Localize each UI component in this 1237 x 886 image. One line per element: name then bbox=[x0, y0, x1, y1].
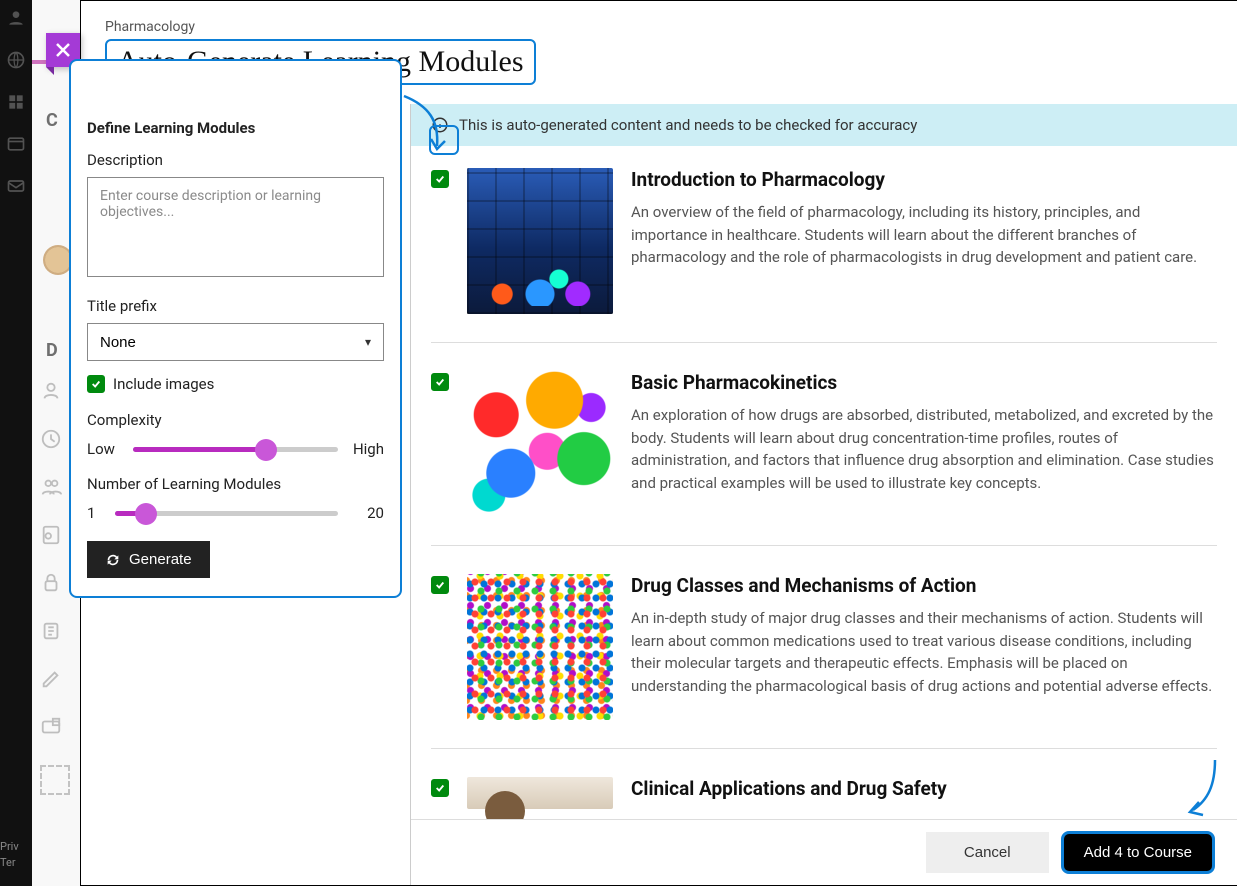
module-thumbnail bbox=[467, 574, 613, 720]
complexity-slider[interactable] bbox=[133, 437, 338, 461]
include-images-checkbox[interactable] bbox=[87, 375, 105, 393]
count-label: Number of Learning Modules bbox=[87, 475, 384, 493]
module-row: Drug Classes and Mechanisms of Action An… bbox=[431, 574, 1217, 749]
info-icon bbox=[431, 116, 449, 134]
chevron-down-icon: ▾ bbox=[365, 335, 371, 349]
banner-text: This is auto-generated content and needs… bbox=[459, 116, 917, 134]
accuracy-banner: This is auto-generated content and needs… bbox=[411, 104, 1237, 146]
module-thumbnail bbox=[467, 168, 613, 314]
partial-label-c: C bbox=[46, 110, 58, 131]
check-icon bbox=[435, 580, 445, 590]
module-checkbox[interactable] bbox=[431, 170, 449, 188]
define-heading: Define Learning Modules bbox=[87, 119, 384, 137]
module-description: An in-depth study of major drug classes … bbox=[631, 607, 1217, 697]
dashed-box-icon bbox=[40, 765, 70, 795]
module-checkbox[interactable] bbox=[431, 373, 449, 391]
right-column: This is auto-generated content and needs… bbox=[411, 104, 1237, 885]
title-prefix-label: Title prefix bbox=[87, 297, 384, 315]
auto-generate-panel: Pharmacology Auto-Generate Learning Modu… bbox=[80, 0, 1237, 886]
generate-button[interactable]: Generate bbox=[87, 541, 210, 578]
check-icon bbox=[435, 783, 445, 793]
cancel-button[interactable]: Cancel bbox=[926, 832, 1049, 873]
footer-bar: Cancel Add 4 to Course bbox=[411, 819, 1237, 885]
close-icon bbox=[55, 42, 71, 58]
module-description: An exploration of how drugs are absorbed… bbox=[631, 404, 1217, 494]
module-checkbox[interactable] bbox=[431, 779, 449, 797]
add-to-course-button[interactable]: Add 4 to Course bbox=[1061, 831, 1215, 874]
check-icon bbox=[435, 174, 445, 184]
complexity-high: High bbox=[350, 440, 384, 458]
description-input[interactable] bbox=[87, 177, 384, 277]
module-description: An overview of the field of pharmacology… bbox=[631, 201, 1217, 269]
module-title: Introduction to Pharmacology bbox=[631, 168, 1217, 191]
title-prefix-select[interactable]: None ▾ bbox=[87, 323, 384, 361]
left-column: Define Learning Modules Description Titl… bbox=[81, 104, 411, 885]
count-max: 20 bbox=[350, 504, 384, 522]
modules-list[interactable]: Introduction to Pharmacology An overview… bbox=[411, 146, 1237, 885]
generate-label: Generate bbox=[129, 551, 192, 568]
module-title: Basic Pharmacokinetics bbox=[631, 371, 1217, 394]
module-title: Drug Classes and Mechanisms of Action bbox=[631, 574, 1217, 597]
module-title: Clinical Applications and Drug Safety bbox=[631, 777, 1217, 800]
define-modules-box: Define Learning Modules Description Titl… bbox=[69, 59, 402, 598]
app-nav-rail bbox=[0, 0, 32, 886]
module-checkbox[interactable] bbox=[431, 576, 449, 594]
count-min: 1 bbox=[87, 504, 103, 522]
module-row: Introduction to Pharmacology An overview… bbox=[431, 168, 1217, 343]
module-thumbnail bbox=[467, 777, 613, 809]
complexity-low: Low bbox=[87, 440, 121, 458]
count-slider[interactable] bbox=[115, 501, 338, 525]
check-icon bbox=[91, 379, 101, 389]
partial-privacy: Priv bbox=[0, 840, 19, 853]
course-breadcrumb: Pharmacology bbox=[105, 19, 1213, 35]
partial-label-d: D bbox=[46, 340, 58, 361]
description-label: Description bbox=[87, 151, 384, 169]
module-thumbnail bbox=[467, 371, 613, 517]
regenerate-icon bbox=[105, 552, 121, 568]
module-row: Basic Pharmacokinetics An exploration of… bbox=[431, 371, 1217, 546]
check-icon bbox=[435, 377, 445, 387]
complexity-label: Complexity bbox=[87, 411, 384, 429]
partial-terms: Ter bbox=[0, 856, 16, 869]
include-images-label: Include images bbox=[113, 375, 214, 393]
title-prefix-value: None bbox=[100, 334, 136, 351]
